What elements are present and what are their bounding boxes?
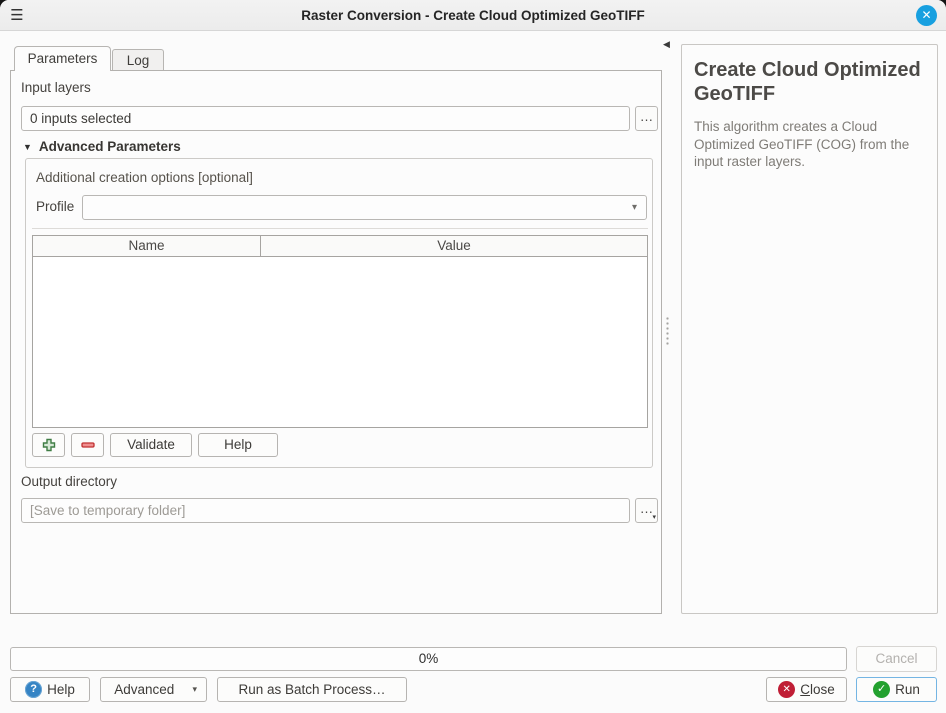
plus-icon (42, 438, 56, 452)
profile-select[interactable]: ▾ (82, 195, 647, 220)
advanced-button[interactable]: Advanced ▾ (100, 677, 207, 702)
help-button-label: Help (47, 682, 75, 697)
run-icon: ✓ (873, 681, 890, 698)
advanced-parameters-label: Advanced Parameters (39, 139, 181, 154)
dialog-window: ☰ Raster Conversion - Create Cloud Optim… (0, 0, 946, 713)
collapse-arrow-icon: ▼ (23, 142, 32, 152)
cancel-button[interactable]: Cancel (856, 646, 937, 672)
panel-collapse-icon[interactable]: ◀ (663, 39, 670, 50)
ellipsis-icon: … (640, 501, 654, 516)
chevron-down-icon: ▾ (632, 202, 637, 213)
close-button-label: Close (800, 682, 835, 697)
output-directory-label: Output directory (21, 474, 117, 489)
advanced-button-label: Advanced (101, 682, 187, 697)
window-title: Raster Conversion - Create Cloud Optimiz… (0, 0, 946, 31)
creation-options-label: Additional creation options [optional] (36, 170, 253, 185)
add-row-button[interactable] (32, 433, 65, 457)
validate-button[interactable]: Validate (110, 433, 192, 457)
help-panel: Create Cloud Optimized GeoTIFF This algo… (681, 44, 938, 614)
chevron-down-icon: ▾ (192, 684, 197, 695)
output-directory-field[interactable]: [Save to temporary folder] (21, 498, 630, 523)
tab-log[interactable]: Log (112, 49, 164, 71)
splitter-handle[interactable] (666, 316, 669, 346)
batch-button-label: Run as Batch Process… (238, 682, 385, 697)
advanced-parameters-header[interactable]: ▼ Advanced Parameters (23, 139, 181, 154)
options-help-button[interactable]: Help (198, 433, 278, 457)
help-button[interactable]: ? Help (10, 677, 90, 702)
remove-row-button[interactable] (71, 433, 104, 457)
help-icon: ? (25, 681, 42, 698)
chevron-down-icon: ▾ (652, 514, 656, 521)
run-as-batch-button[interactable]: Run as Batch Process… (217, 677, 407, 702)
window-close-button[interactable]: ✕ (916, 5, 937, 26)
output-directory-browse-button[interactable]: … ▾ (635, 498, 658, 523)
column-header-name[interactable]: Name (33, 236, 261, 256)
profile-label: Profile (36, 199, 74, 214)
table-header-row: Name Value (33, 236, 647, 257)
close-button[interactable]: ✕ Close (766, 677, 847, 702)
input-layers-browse-button[interactable]: … (635, 106, 658, 131)
creation-options-table: Name Value (32, 235, 648, 428)
title-bar: ☰ Raster Conversion - Create Cloud Optim… (0, 0, 946, 31)
run-button-label: Run (895, 682, 920, 697)
column-header-value[interactable]: Value (261, 236, 647, 256)
parameters-pane: Input layers 0 inputs selected … ▼ Advan… (10, 70, 662, 614)
run-button[interactable]: ✓ Run (856, 677, 937, 702)
tab-parameters[interactable]: Parameters (14, 46, 111, 71)
close-icon: ✕ (778, 681, 795, 698)
algorithm-description: This algorithm creates a Cloud Optimized… (694, 118, 925, 171)
algorithm-title: Create Cloud Optimized GeoTIFF (694, 58, 925, 106)
minus-icon (81, 438, 95, 452)
divider (32, 228, 648, 229)
advanced-parameters-group: Additional creation options [optional] P… (25, 158, 653, 468)
input-layers-field[interactable]: 0 inputs selected (21, 106, 630, 131)
input-layers-label: Input layers (21, 80, 91, 95)
progress-bar: 0% (10, 647, 847, 671)
